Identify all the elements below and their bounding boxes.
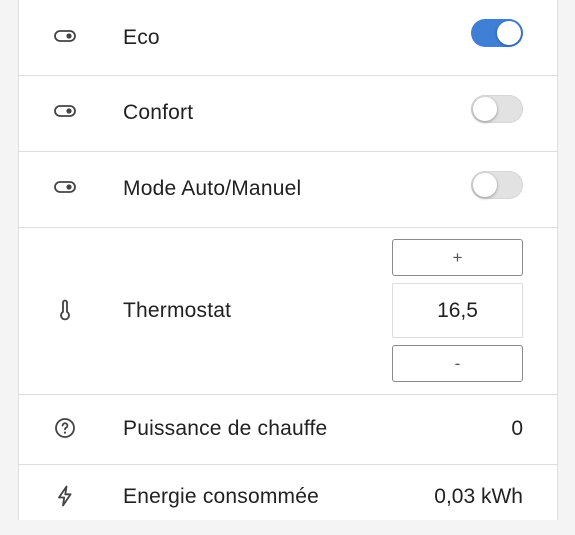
row-label-eco: Eco xyxy=(123,26,160,49)
toggle-knob xyxy=(473,173,497,197)
thermostat-value-input[interactable]: 16,5 xyxy=(392,283,523,338)
row-label-mode-auto-manuel: Mode Auto/Manuel xyxy=(123,177,302,200)
toggle-switch-icon xyxy=(53,175,77,199)
confort-toggle[interactable] xyxy=(471,94,523,124)
mode-auto-manuel-toggle[interactable] xyxy=(471,170,523,200)
energie-consommee-value: 0,03 kWh xyxy=(434,485,523,508)
row-label-thermostat: Thermostat xyxy=(123,299,232,322)
flash-icon xyxy=(53,484,77,508)
thermometer-icon xyxy=(53,298,77,322)
eco-toggle[interactable] xyxy=(471,18,523,48)
toggle-switch-icon xyxy=(53,99,77,123)
help-circle-icon xyxy=(53,416,77,440)
increment-button[interactable]: + xyxy=(392,239,523,276)
row-mode-auto-manuel: Mode Auto/Manuel xyxy=(19,152,557,228)
toggle-knob xyxy=(473,97,497,121)
entities-card: Eco Confort Mode Auto/Manuel Thermostat … xyxy=(18,0,558,520)
row-label-confort: Confort xyxy=(123,101,194,124)
row-energie-consommee: Energie consommée 0,03 kWh xyxy=(19,465,557,535)
row-thermostat: Thermostat + 16,5 - xyxy=(19,228,557,395)
row-label-puissance-de-chauffe: Puissance de chauffe xyxy=(123,417,328,440)
toggle-knob xyxy=(497,21,521,45)
toggle-switch-icon xyxy=(53,24,77,48)
puissance-de-chauffe-value: 0 xyxy=(511,417,523,440)
row-puissance-de-chauffe: Puissance de chauffe 0 xyxy=(19,395,557,465)
decrement-button[interactable]: - xyxy=(392,345,523,382)
row-label-energie-consommee: Energie consommée xyxy=(123,485,319,508)
row-confort: Confort xyxy=(19,76,557,152)
row-eco: Eco xyxy=(19,0,557,76)
